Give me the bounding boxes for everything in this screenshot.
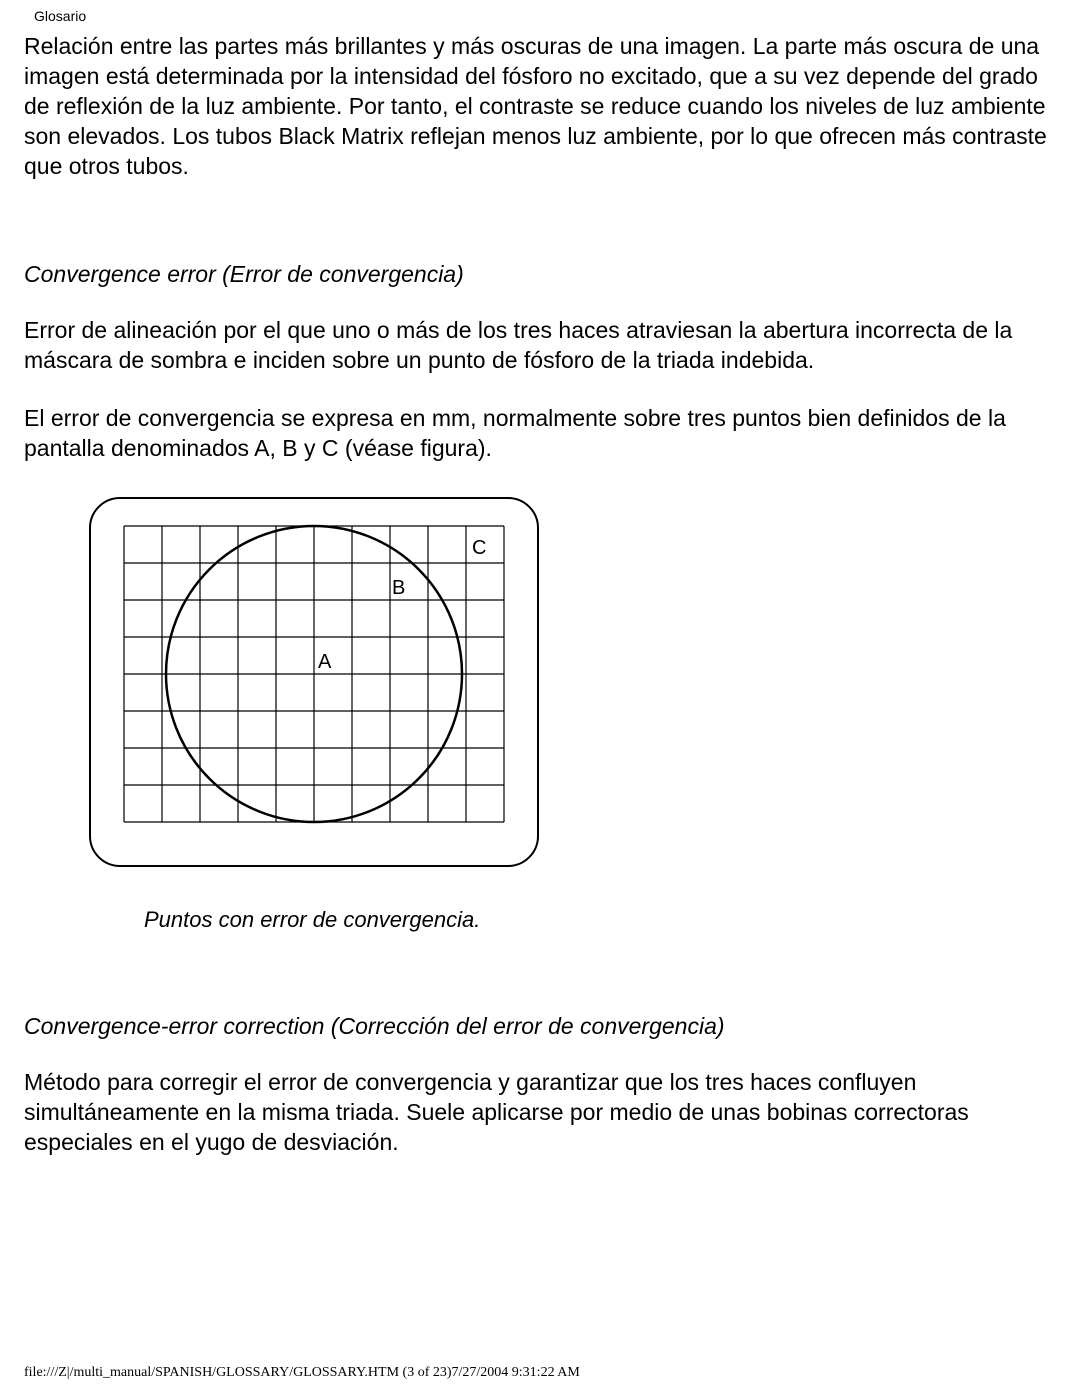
header-title: Glosario <box>34 8 86 24</box>
page-root: Glosario Relación entre las partes más b… <box>0 0 1080 1397</box>
convergence-error-correction-p1: Método para corregir el error de converg… <box>24 1068 1056 1158</box>
page-footer: file:///Z|/multi_manual/SPANISH/GLOSSARY… <box>24 1365 580 1381</box>
page-header: Glosario <box>24 0 1056 24</box>
convergence-error-figure: A B C <box>84 492 1056 877</box>
figure-label-b: B <box>392 577 405 599</box>
footer-text: file:///Z|/multi_manual/SPANISH/GLOSSARY… <box>24 1365 580 1380</box>
section-heading-convergence-error-correction: Convergence-error correction (Corrección… <box>24 1013 1056 1040</box>
convergence-error-p2: El error de convergencia se expresa en m… <box>24 404 1056 464</box>
figure-label-c: C <box>472 537 486 559</box>
intro-paragraph: Relación entre las partes más brillantes… <box>24 32 1056 181</box>
convergence-error-p1: Error de alineación por el que uno o más… <box>24 316 1056 376</box>
section-heading-convergence-error: Convergence error (Error de convergencia… <box>24 261 1056 288</box>
figure-label-a: A <box>318 651 332 673</box>
figure-caption: Puntos con error de convergencia. <box>144 907 1056 933</box>
convergence-error-diagram-icon: A B C <box>84 492 544 872</box>
